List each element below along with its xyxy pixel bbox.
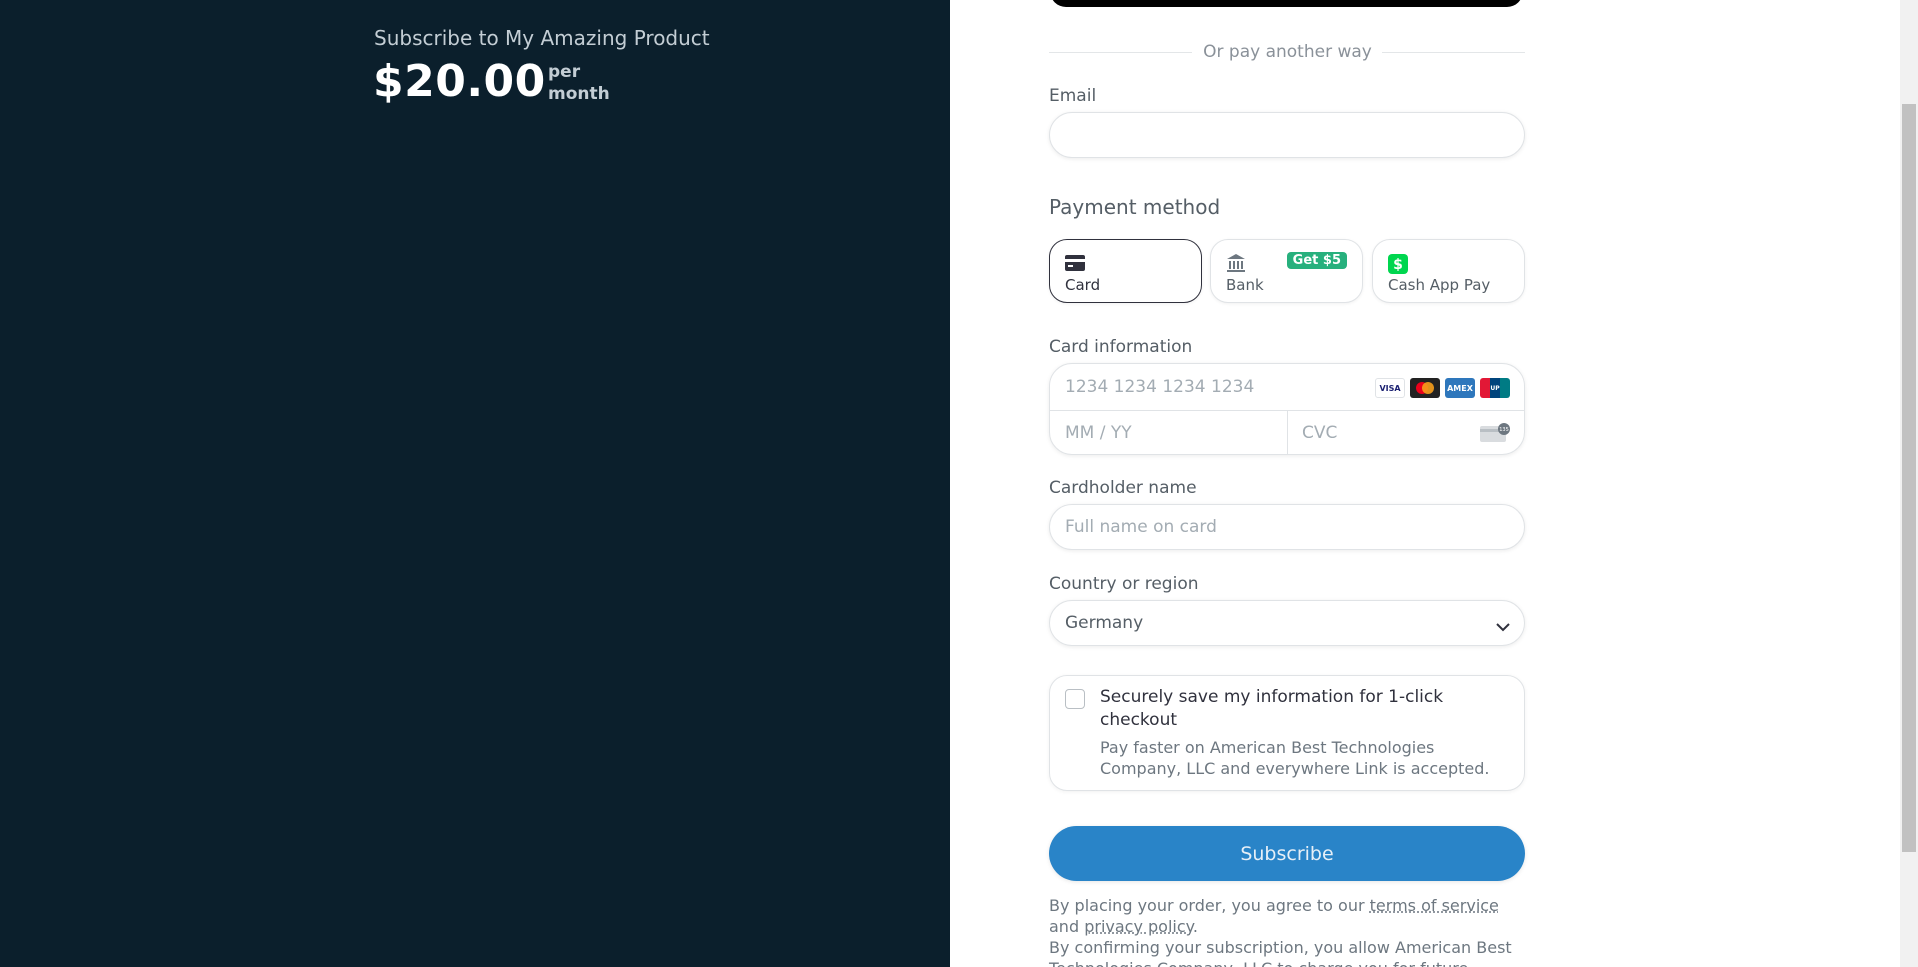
payment-method-title: Payment method bbox=[1049, 195, 1221, 219]
cardholder-name-label: Cardholder name bbox=[1049, 478, 1197, 498]
product-name: Subscribe to My Amazing Product bbox=[374, 26, 710, 50]
cvc-row: 135 bbox=[1287, 410, 1524, 455]
cashapp-icon: $ bbox=[1388, 254, 1408, 278]
legal-terms-text: By placing your order, you agree to our … bbox=[1049, 895, 1525, 937]
page-scrollbar[interactable] bbox=[1900, 0, 1918, 967]
country-selected-value: Germany bbox=[1065, 613, 1144, 633]
svg-text:135: 135 bbox=[1499, 427, 1509, 433]
divider-line-left bbox=[1049, 52, 1192, 53]
price-amount: $20.00 bbox=[373, 56, 546, 107]
cardholder-name-input[interactable] bbox=[1050, 505, 1524, 549]
amex-icon: AMEX bbox=[1445, 378, 1475, 398]
legal-and: and bbox=[1049, 917, 1080, 936]
payment-method-bank-label: Bank bbox=[1226, 276, 1264, 294]
terms-of-service-link[interactable]: terms of service bbox=[1370, 896, 1499, 915]
email-label: Email bbox=[1049, 86, 1097, 106]
billing-period-line2: month bbox=[548, 84, 610, 104]
visa-icon: VISA bbox=[1375, 378, 1405, 398]
legal-period: . bbox=[1192, 917, 1198, 936]
chevron-down-icon bbox=[1495, 618, 1511, 637]
save-info-description: Pay faster on American Best Technologies… bbox=[1100, 738, 1490, 778]
mastercard-icon bbox=[1410, 378, 1440, 398]
billing-period-line1: per bbox=[548, 62, 581, 82]
express-pay-button[interactable] bbox=[1050, 0, 1523, 7]
email-field-wrapper bbox=[1049, 112, 1525, 158]
privacy-policy-link[interactable]: privacy policy bbox=[1084, 917, 1193, 936]
expiry-row bbox=[1050, 410, 1288, 455]
bank-promo-badge: Get $5 bbox=[1286, 252, 1347, 269]
payment-method-bank[interactable]: Get $5 Bank bbox=[1210, 239, 1363, 303]
card-expiry-input[interactable] bbox=[1050, 410, 1287, 455]
save-info-checkbox[interactable] bbox=[1065, 689, 1085, 709]
payment-method-card-label: Card bbox=[1065, 276, 1101, 294]
country-label: Country or region bbox=[1049, 574, 1199, 594]
cvc-card-icon: 135 bbox=[1480, 423, 1510, 447]
card-information-label: Card information bbox=[1049, 337, 1193, 357]
card-information-group: VISA AMEX UP 135 bbox=[1049, 363, 1525, 455]
subscribe-button[interactable]: Subscribe bbox=[1049, 826, 1525, 881]
payment-method-cashapp-label: Cash App Pay bbox=[1388, 276, 1491, 294]
billing-period: per month bbox=[548, 61, 610, 105]
card-icon bbox=[1065, 255, 1085, 275]
payment-method-card[interactable]: Card bbox=[1049, 239, 1202, 303]
checkout-page: Subscribe to My Amazing Product $20.00 p… bbox=[0, 0, 1918, 967]
unionpay-icon: UP bbox=[1480, 378, 1510, 398]
bank-icon bbox=[1226, 253, 1246, 277]
order-summary-panel: Subscribe to My Amazing Product $20.00 p… bbox=[0, 0, 950, 967]
legal-subscription-text: By confirming your subscription, you all… bbox=[1049, 938, 1512, 967]
save-info-title: Securely save my information for 1-click… bbox=[1100, 687, 1444, 730]
payment-method-cashapp[interactable]: $ Cash App Pay bbox=[1372, 239, 1525, 303]
divider-text: Or pay another way bbox=[1203, 42, 1372, 62]
divider-line-right bbox=[1382, 52, 1525, 53]
legal-prefix: By placing your order, you agree to our bbox=[1049, 896, 1365, 915]
card-brands: VISA AMEX UP bbox=[1375, 378, 1510, 398]
country-select[interactable]: Germany bbox=[1049, 600, 1525, 646]
email-field[interactable] bbox=[1050, 113, 1524, 157]
scrollbar-thumb[interactable] bbox=[1902, 104, 1916, 852]
svg-text:$: $ bbox=[1393, 257, 1403, 273]
cardholder-name-wrapper bbox=[1049, 504, 1525, 550]
card-number-row: VISA AMEX UP bbox=[1050, 364, 1524, 411]
save-info-box: Securely save my information for 1-click… bbox=[1049, 675, 1525, 791]
